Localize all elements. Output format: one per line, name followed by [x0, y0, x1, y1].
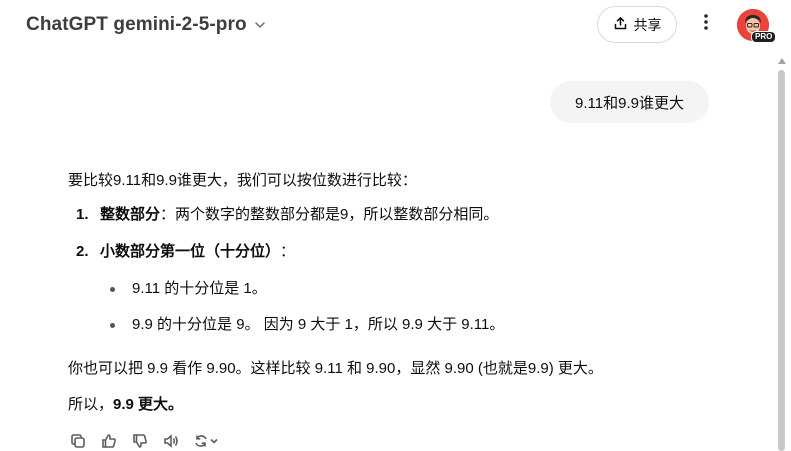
- pro-badge: PRO: [751, 31, 777, 43]
- bullet-dot-icon: [108, 278, 132, 300]
- thumbs-down-icon[interactable]: [130, 431, 150, 451]
- scroll-up-arrow-icon[interactable]: [778, 58, 786, 64]
- scroll-thumb[interactable]: [778, 70, 785, 451]
- thumbs-up-icon[interactable]: [99, 431, 119, 451]
- conclusion-prefix: 所以，: [68, 396, 114, 413]
- list-number: 1.: [76, 206, 89, 223]
- more-vertical-icon: [703, 12, 709, 37]
- bullet-list-item: 9.11 的十分位是 1。: [108, 278, 267, 300]
- step-text: ：两个数字的整数部分都是9，所以整数部分相同。: [160, 206, 499, 223]
- scrollbar[interactable]: [776, 58, 788, 451]
- step-title: 整数部分: [100, 206, 161, 223]
- model-title: ChatGPT gemini-2-5-pro: [26, 14, 247, 35]
- share-button[interactable]: 共享: [597, 6, 677, 43]
- share-icon: [613, 16, 628, 34]
- regenerate-icon[interactable]: [192, 431, 222, 451]
- share-label: 共享: [633, 16, 662, 33]
- user-avatar[interactable]: PRO: [737, 9, 777, 43]
- message-actions: [68, 430, 222, 451]
- user-message-bubble: 9.11和9.9谁更大: [550, 81, 709, 123]
- answer-intro: 要比较9.11和9.9谁更大，我们可以按位数进行比较：: [68, 172, 417, 189]
- chevron-down-icon: [253, 18, 267, 32]
- answer-paragraph: 你也可以把 9.9 看作 9.90。这样比较 9.11 和 9.90，显然 9.…: [68, 360, 603, 377]
- model-selector[interactable]: ChatGPT gemini-2-5-pro: [26, 12, 267, 38]
- bullet-dot-icon: [108, 314, 132, 336]
- more-options-button[interactable]: [693, 10, 719, 38]
- ordered-list-item: 2. 小数部分第一位（十分位） ：: [76, 241, 295, 263]
- speaker-icon[interactable]: [161, 431, 181, 451]
- user-message-text: 9.11和9.9谁更大: [575, 94, 684, 112]
- bullet-list-item: 9.9 的十分位是 9。 因为 9 大于 1，所以 9.9 大于 9.11。: [108, 314, 504, 336]
- conclusion-bold: 9.9 更大。: [113, 396, 184, 413]
- step-title: 小数部分第一位（十分位）: [100, 243, 281, 260]
- list-number: 2.: [76, 243, 89, 260]
- answer-conclusion: 所以，9.9 更大。: [68, 394, 183, 416]
- bullet-text: 9.9 的十分位是 9。 因为 9 大于 1，所以 9.9 大于 9.11。: [132, 316, 505, 333]
- step-text: ：: [280, 243, 296, 260]
- ordered-list-item: 1. 整数部分 ：两个数字的整数部分都是9，所以整数部分相同。: [76, 204, 498, 226]
- bullet-text: 9.11 的十分位是 1。: [132, 280, 267, 297]
- copy-icon[interactable]: [68, 431, 88, 451]
- assistant-message: 要比较9.11和9.9谁更大，我们可以按位数进行比较： 1. 整数部分 ：两个数…: [68, 170, 708, 413]
- top-bar: ChatGPT gemini-2-5-pro 共享 PRO: [0, 0, 791, 50]
